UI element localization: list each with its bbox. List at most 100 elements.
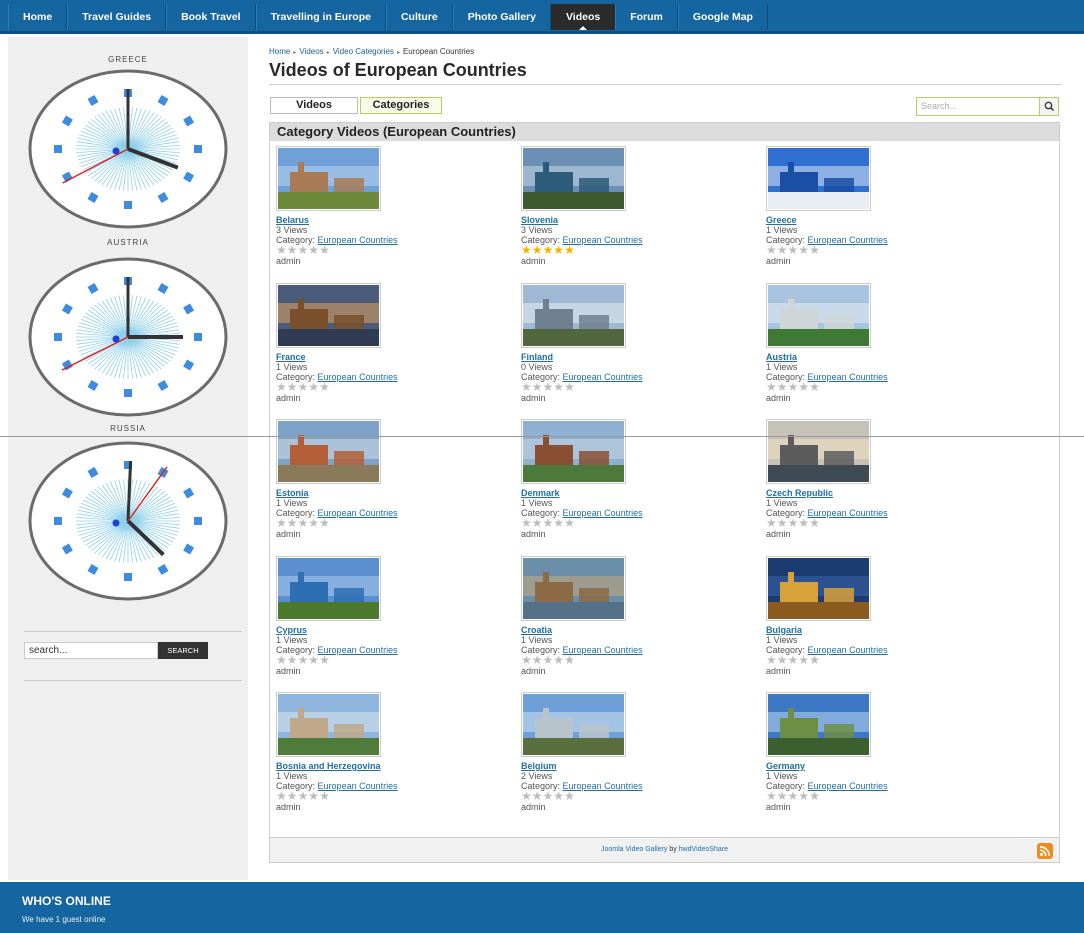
video-thumbnail[interactable]: [521, 692, 626, 757]
star-icon[interactable]: ★: [543, 244, 554, 256]
star-icon[interactable]: ★: [766, 244, 777, 256]
star-icon[interactable]: ★: [532, 517, 543, 529]
star-icon[interactable]: ★: [809, 244, 820, 256]
star-icon[interactable]: ★: [298, 517, 309, 529]
video-thumbnail[interactable]: [521, 146, 626, 211]
video-title-link[interactable]: Estonia: [276, 488, 521, 498]
star-icon[interactable]: ★: [521, 790, 532, 802]
video-thumbnail[interactable]: [766, 555, 871, 621]
sidebar-search-input[interactable]: search...: [24, 642, 158, 659]
star-icon[interactable]: ★: [798, 244, 809, 256]
video-thumbnail[interactable]: [276, 146, 381, 211]
nav-item-photo-gallery[interactable]: Photo Gallery: [452, 4, 551, 30]
star-icon[interactable]: ★: [777, 381, 788, 393]
star-icon[interactable]: ★: [553, 244, 564, 256]
video-title-link[interactable]: Bulgaria: [766, 625, 1011, 635]
rating-stars[interactable]: ★ ★ ★ ★ ★: [521, 654, 766, 666]
star-icon[interactable]: ★: [319, 517, 330, 529]
star-icon[interactable]: ★: [287, 381, 298, 393]
video-thumbnail[interactable]: [276, 419, 381, 484]
star-icon[interactable]: ★: [532, 381, 543, 393]
star-icon[interactable]: ★: [521, 244, 532, 256]
rating-stars[interactable]: ★ ★ ★ ★ ★: [521, 381, 766, 393]
star-icon[interactable]: ★: [564, 517, 575, 529]
rating-stars[interactable]: ★ ★ ★ ★ ★: [276, 381, 521, 393]
star-icon[interactable]: ★: [287, 790, 298, 802]
video-search-input[interactable]: Search...: [921, 101, 957, 111]
star-icon[interactable]: ★: [543, 654, 554, 666]
rating-stars[interactable]: ★ ★ ★ ★ ★: [766, 517, 1011, 529]
rating-stars[interactable]: ★ ★ ★ ★ ★: [276, 244, 521, 256]
star-icon[interactable]: ★: [287, 654, 298, 666]
nav-item-travelling-in-europe[interactable]: Travelling in Europe: [255, 4, 386, 30]
star-icon[interactable]: ★: [276, 517, 287, 529]
footer-link-hwdvideoshare[interactable]: hwdVideoShare: [679, 846, 728, 853]
star-icon[interactable]: ★: [319, 654, 330, 666]
star-icon[interactable]: ★: [809, 654, 820, 666]
star-icon[interactable]: ★: [521, 517, 532, 529]
star-icon[interactable]: ★: [766, 381, 777, 393]
nav-item-videos[interactable]: Videos: [550, 4, 616, 30]
star-icon[interactable]: ★: [276, 790, 287, 802]
star-icon[interactable]: ★: [553, 381, 564, 393]
star-icon[interactable]: ★: [809, 517, 820, 529]
star-icon[interactable]: ★: [553, 654, 564, 666]
rating-stars[interactable]: ★ ★ ★ ★ ★: [766, 790, 1011, 802]
star-icon[interactable]: ★: [308, 790, 319, 802]
star-icon[interactable]: ★: [788, 244, 799, 256]
breadcrumb-video-categories[interactable]: Video Categories: [333, 47, 394, 56]
video-title-link[interactable]: Slovenia: [521, 215, 766, 225]
rating-stars[interactable]: ★ ★ ★ ★ ★: [276, 790, 521, 802]
rating-stars[interactable]: ★ ★ ★ ★ ★: [276, 517, 521, 529]
star-icon[interactable]: ★: [809, 381, 820, 393]
star-icon[interactable]: ★: [521, 381, 532, 393]
star-icon[interactable]: ★: [298, 244, 309, 256]
video-thumbnail[interactable]: [766, 419, 871, 484]
video-title-link[interactable]: Czech Republic: [766, 488, 1011, 498]
star-icon[interactable]: ★: [308, 381, 319, 393]
rating-stars[interactable]: ★ ★ ★ ★ ★: [766, 381, 1011, 393]
star-icon[interactable]: ★: [298, 654, 309, 666]
star-icon[interactable]: ★: [308, 517, 319, 529]
video-title-link[interactable]: Belgium: [521, 761, 766, 771]
star-icon[interactable]: ★: [298, 790, 309, 802]
footer-link-gallery[interactable]: Joomla Video Gallery: [601, 846, 667, 853]
video-thumbnail[interactable]: [766, 146, 871, 211]
video-title-link[interactable]: France: [276, 352, 521, 362]
nav-item-home[interactable]: Home: [8, 4, 68, 30]
star-icon[interactable]: ★: [276, 381, 287, 393]
tab-videos[interactable]: Videos: [270, 97, 358, 114]
star-icon[interactable]: ★: [777, 790, 788, 802]
video-thumbnail[interactable]: [521, 419, 626, 484]
rating-stars[interactable]: ★ ★ ★ ★ ★: [521, 517, 766, 529]
star-icon[interactable]: ★: [319, 790, 330, 802]
nav-item-forum[interactable]: Forum: [615, 4, 678, 30]
video-title-link[interactable]: Austria: [766, 352, 1011, 362]
star-icon[interactable]: ★: [798, 517, 809, 529]
star-icon[interactable]: ★: [319, 381, 330, 393]
star-icon[interactable]: ★: [809, 790, 820, 802]
star-icon[interactable]: ★: [553, 517, 564, 529]
star-icon[interactable]: ★: [777, 244, 788, 256]
star-icon[interactable]: ★: [564, 790, 575, 802]
star-icon[interactable]: ★: [287, 244, 298, 256]
star-icon[interactable]: ★: [298, 381, 309, 393]
star-icon[interactable]: ★: [766, 517, 777, 529]
star-icon[interactable]: ★: [766, 790, 777, 802]
star-icon[interactable]: ★: [777, 654, 788, 666]
video-thumbnail[interactable]: [766, 282, 871, 348]
star-icon[interactable]: ★: [564, 244, 575, 256]
breadcrumb-videos[interactable]: Videos: [299, 47, 323, 56]
video-thumbnail[interactable]: [276, 555, 381, 621]
video-thumbnail[interactable]: [766, 692, 871, 757]
video-thumbnail[interactable]: [276, 282, 381, 348]
video-title-link[interactable]: Cyprus: [276, 625, 521, 635]
breadcrumb-home[interactable]: Home: [269, 47, 290, 56]
star-icon[interactable]: ★: [564, 381, 575, 393]
sidebar-search-button[interactable]: SEARCH: [158, 642, 208, 659]
star-icon[interactable]: ★: [543, 790, 554, 802]
video-title-link[interactable]: Belarus: [276, 215, 521, 225]
rss-icon[interactable]: [1037, 843, 1053, 859]
video-title-link[interactable]: Greece: [766, 215, 1011, 225]
video-title-link[interactable]: Finland: [521, 352, 766, 362]
